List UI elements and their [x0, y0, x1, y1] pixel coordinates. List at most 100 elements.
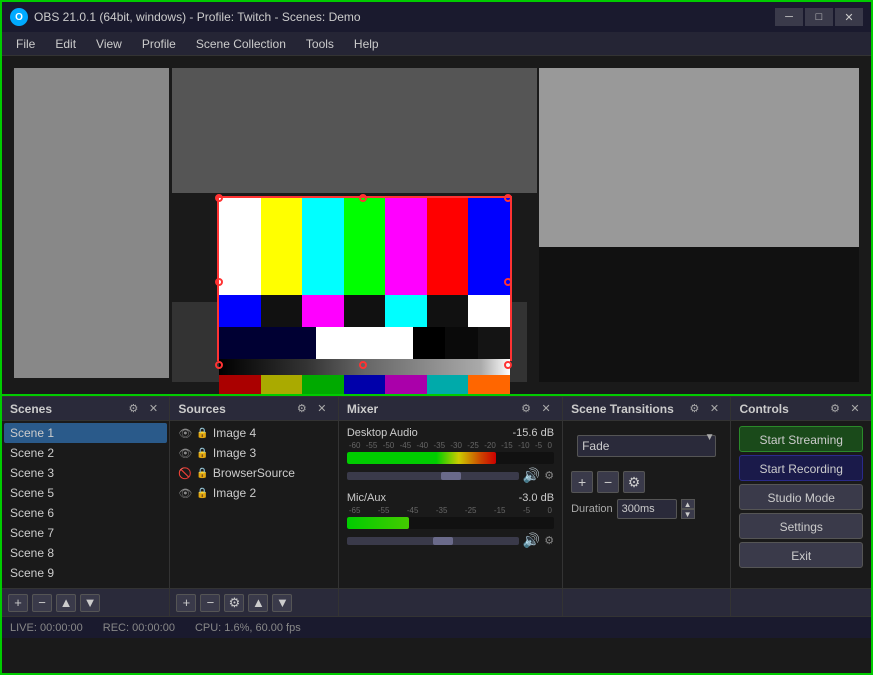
controls-panel-header: Controls ⚙ ✕ [731, 397, 871, 421]
color-bars[interactable] [217, 196, 512, 361]
sources-settings-button[interactable]: ⚙ [224, 594, 244, 612]
exit-button[interactable]: Exit [739, 542, 863, 568]
mixer-mic-level [347, 517, 409, 529]
titlebar: O OBS 21.0.1 (64bit, windows) - Profile:… [2, 2, 871, 32]
preview-bg-bottom-right [539, 247, 859, 382]
scene-item-1[interactable]: Scene 2 [4, 443, 167, 463]
transitions-panel-header: Scene Transitions ⚙ ✕ [563, 397, 730, 421]
source-visibility-icon-1[interactable]: 👁 [178, 447, 192, 460]
sources-add-button[interactable]: + [176, 594, 196, 612]
scenes-add-button[interactable]: + [8, 594, 28, 612]
transition-settings-button[interactable]: ⚙ [623, 471, 645, 493]
settings-button[interactable]: Settings [739, 513, 863, 539]
duration-down-button[interactable]: ▼ [681, 509, 695, 519]
mixer-config-icon[interactable]: ⚙ [518, 401, 534, 417]
preview-bg-top-mid [172, 68, 537, 193]
handle-bm[interactable] [359, 361, 367, 369]
controls-close-icon[interactable]: ✕ [847, 401, 863, 417]
scene-item-2[interactable]: Scene 3 [4, 463, 167, 483]
handle-mr[interactable] [504, 278, 512, 286]
transition-remove-button[interactable]: − [597, 471, 619, 493]
controls-body: Start Streaming Start Recording Studio M… [731, 421, 871, 588]
handle-ml[interactable] [215, 278, 223, 286]
cb2-dark3 [427, 295, 469, 327]
source-item-1[interactable]: 👁🔒Image 3 [172, 443, 335, 463]
mixer-mic-mute[interactable]: 🔊 [523, 532, 540, 549]
mixer-desktop-fader[interactable] [347, 472, 519, 480]
menu-view[interactable]: View [86, 35, 132, 53]
start-streaming-button[interactable]: Start Streaming [739, 426, 863, 452]
duration-up-button[interactable]: ▲ [681, 499, 695, 509]
preview-area [2, 56, 871, 396]
scenes-move-down-button[interactable]: ▼ [80, 594, 100, 612]
transition-type-select[interactable]: Cut Fade Swipe Slide Stinger Fade to Col… [577, 435, 716, 457]
source-lock-icon-0[interactable]: 🔒 [196, 428, 208, 439]
sources-close-icon[interactable]: ✕ [314, 401, 330, 417]
sources-move-down-button[interactable]: ▼ [272, 594, 292, 612]
menu-edit[interactable]: Edit [45, 35, 86, 53]
scene-item-7[interactable]: Scene 9 [4, 563, 167, 583]
sources-footer: + − ⚙ ▲ ▼ [170, 588, 337, 616]
handle-bl[interactable] [215, 361, 223, 369]
transitions-close-icon[interactable]: ✕ [706, 401, 722, 417]
menu-file[interactable]: File [6, 35, 45, 53]
sources-list: 👁🔒Image 4👁🔒Image 3🚫🔒BrowserSource👁🔒Image… [170, 421, 337, 588]
scenes-config-icon[interactable]: ⚙ [125, 401, 141, 417]
handle-br[interactable] [504, 361, 512, 369]
source-item-0[interactable]: 👁🔒Image 4 [172, 423, 335, 443]
source-visibility-icon-0[interactable]: 👁 [178, 427, 192, 440]
cs-red [219, 375, 261, 394]
sources-config-icon[interactable]: ⚙ [294, 401, 310, 417]
source-lock-icon-1[interactable]: 🔒 [196, 448, 208, 459]
colorbar-bottom-row [219, 327, 510, 359]
mixer-mic-fader[interactable] [347, 537, 519, 545]
cs-purple [385, 375, 427, 394]
menu-help[interactable]: Help [344, 35, 389, 53]
maximize-button[interactable]: □ [805, 8, 833, 26]
transitions-config-icon[interactable]: ⚙ [686, 401, 702, 417]
colorbar-mid-row [219, 295, 510, 327]
source-lock-icon-3[interactable]: 🔒 [196, 488, 208, 499]
mixer-mic-controls: 🔊 ⚙ [347, 532, 554, 549]
mixer-track-desktop: Desktop Audio -15.6 dB -60-55-50-45-40-3… [341, 423, 560, 488]
scene-item-5[interactable]: Scene 7 [4, 523, 167, 543]
source-lock-icon-2[interactable]: 🔒 [196, 468, 208, 479]
cs-blue [344, 375, 386, 394]
scene-item-6[interactable]: Scene 8 [4, 543, 167, 563]
source-visibility-icon-3[interactable]: 👁 [178, 487, 192, 500]
duration-spinner: ▲ ▼ [681, 499, 695, 519]
source-item-3[interactable]: 👁🔒Image 2 [172, 483, 335, 503]
scene-item-3[interactable]: Scene 5 [4, 483, 167, 503]
handle-tl[interactable] [215, 194, 223, 202]
scenes-move-up-button[interactable]: ▲ [56, 594, 76, 612]
mixer-desktop-thumb[interactable] [441, 472, 461, 480]
sources-move-up-button[interactable]: ▲ [248, 594, 268, 612]
menu-profile[interactable]: Profile [132, 35, 186, 53]
mixer-mic-settings[interactable]: ⚙ [544, 534, 554, 547]
transition-add-button[interactable]: + [571, 471, 593, 493]
sources-remove-button[interactable]: − [200, 594, 220, 612]
source-item-2[interactable]: 🚫🔒BrowserSource [172, 463, 335, 483]
scene-item-4[interactable]: Scene 6 [4, 503, 167, 523]
minimize-button[interactable]: ─ [775, 8, 803, 26]
mixer-desktop-mute[interactable]: 🔊 [523, 467, 540, 484]
menu-scene-collection[interactable]: Scene Collection [186, 35, 296, 53]
controls-config-icon[interactable]: ⚙ [827, 401, 843, 417]
scene-item-0[interactable]: Scene 1 [4, 423, 167, 443]
mixer-mic-thumb[interactable] [433, 537, 453, 545]
menubar: File Edit View Profile Scene Collection … [2, 32, 871, 56]
mixer-footer [339, 588, 562, 616]
mixer-close-icon[interactable]: ✕ [538, 401, 554, 417]
handle-tm[interactable] [359, 194, 367, 202]
scenes-close-icon[interactable]: ✕ [145, 401, 161, 417]
duration-input[interactable] [617, 499, 677, 519]
menu-tools[interactable]: Tools [296, 35, 344, 53]
start-recording-button[interactable]: Start Recording [739, 455, 863, 481]
mixer-desktop-settings[interactable]: ⚙ [544, 469, 554, 482]
handle-tr[interactable] [504, 194, 512, 202]
source-visibility-icon-2[interactable]: 🚫 [178, 467, 192, 480]
scenes-remove-button[interactable]: − [32, 594, 52, 612]
close-button[interactable]: ✕ [835, 8, 863, 26]
studio-mode-button[interactable]: Studio Mode [739, 484, 863, 510]
panels-container: Scenes ⚙ ✕ Scene 1Scene 2Scene 3Scene 5S… [2, 396, 871, 616]
